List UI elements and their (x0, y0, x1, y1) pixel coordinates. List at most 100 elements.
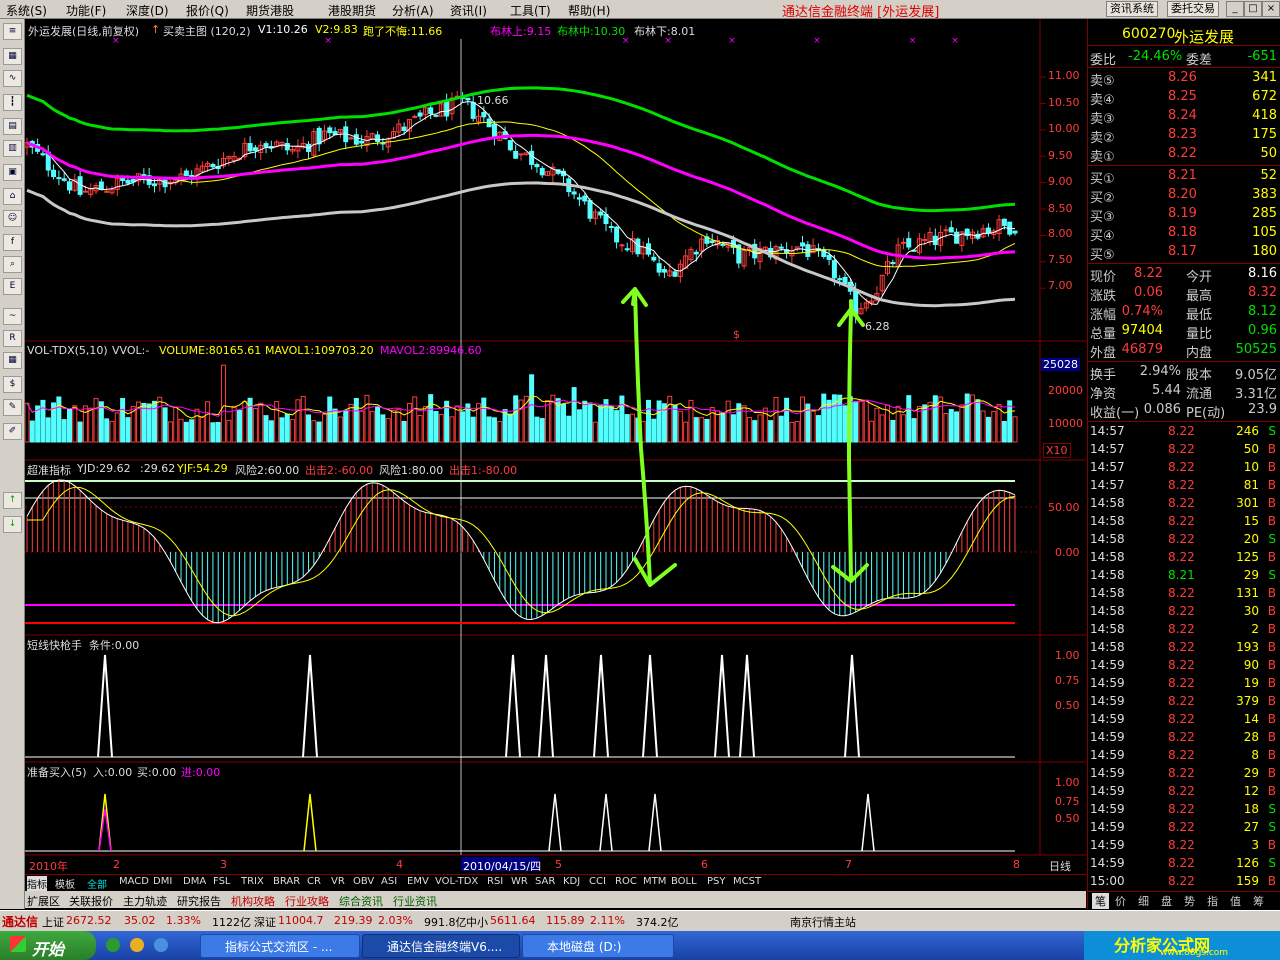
news-icon[interactable]: ▥ (3, 140, 22, 157)
close-button[interactable]: × (1262, 1, 1280, 17)
eif-icon[interactable]: E (3, 278, 22, 295)
indicator-tab[interactable]: FSL (213, 876, 231, 887)
sell-row[interactable]: 卖② 8.23 175 (1088, 126, 1280, 146)
sell-row[interactable]: 卖① 8.22 50 (1088, 145, 1280, 165)
quote-tab[interactable]: 筹 (1253, 893, 1264, 909)
menu-depth[interactable]: 深度(D) (126, 2, 169, 19)
indicator-tab[interactable]: MCST (733, 876, 761, 887)
qq-icon[interactable] (130, 938, 144, 952)
indicator-tab[interactable]: TRIX (241, 876, 264, 887)
list-icon[interactable]: ≡ (3, 23, 22, 40)
extension-tab[interactable]: 行业攻略 (285, 893, 329, 909)
menu-tools[interactable]: 工具(T) (510, 2, 551, 19)
indicator-tab[interactable]: EMV (407, 876, 429, 887)
extension-tab[interactable]: 关联报价 (69, 893, 113, 909)
buy-row[interactable]: 买④ 8.18 105 (1088, 224, 1280, 244)
indicator-tab[interactable]: VR (331, 876, 345, 887)
menu-help[interactable]: 帮助(H) (568, 2, 610, 19)
indicator-tab[interactable]: SAR (535, 876, 555, 887)
menu-quote[interactable]: 报价(Q) (186, 2, 229, 19)
buy-row[interactable]: 买① 8.21 52 (1088, 167, 1280, 187)
indicator-tab[interactable]: BOLL (671, 876, 697, 887)
weicha-label: 委差 (1186, 53, 1213, 68)
indicator-tab[interactable]: BRAR (273, 876, 300, 887)
extension-tab[interactable]: 行业资讯 (393, 893, 437, 909)
sell-row[interactable]: 卖⑤ 8.26 341 (1088, 69, 1280, 89)
minimize-button[interactable]: _ (1226, 1, 1244, 17)
extension-tab[interactable]: 主力轨迹 (123, 893, 167, 909)
trade-button[interactable]: 委托交易 (1167, 1, 1219, 17)
quote-tab[interactable]: 指 (1207, 893, 1218, 909)
quote-tab[interactable]: 势 (1184, 893, 1195, 909)
indicator-tab[interactable]: CR (307, 876, 321, 887)
tick-row: 14:59 8.22 18 S (1088, 801, 1280, 819)
search-icon[interactable]: ⌕ (3, 256, 22, 273)
start-button[interactable]: 开始 (0, 931, 96, 960)
indicator-tab[interactable]: WR (511, 876, 528, 887)
menu-function[interactable]: 功能(F) (66, 2, 106, 19)
extension-tab[interactable]: 研究报告 (177, 893, 221, 909)
menu-system[interactable]: 系统(S) (6, 2, 47, 19)
indicator-tab[interactable]: ASI (381, 876, 397, 887)
extension-tab[interactable]: 扩展区 (27, 893, 60, 909)
quote-tab[interactable]: 盘 (1161, 893, 1172, 909)
task-disk[interactable]: 本地磁盘 (D:) (522, 934, 674, 958)
quote-tab[interactable]: 价 (1115, 893, 1126, 909)
stat-label: 总量 (1090, 327, 1117, 342)
indicator-tab[interactable]: 指标 (27, 876, 47, 891)
maximize-button[interactable]: □ (1244, 1, 1262, 17)
down-arrow-icon[interactable]: ↓ (3, 516, 22, 533)
quote-tab[interactable]: 细 (1138, 893, 1149, 909)
up-arrow-icon[interactable]: ↑ (3, 492, 22, 509)
menu-analysis[interactable]: 分析(A) (392, 2, 434, 19)
indicator-tab[interactable]: PSY (707, 876, 726, 887)
pen-icon[interactable]: ✐ (3, 423, 22, 440)
extension-tab[interactable]: 综合资讯 (339, 893, 383, 909)
table-icon[interactable]: ▣ (3, 164, 22, 181)
buy-row[interactable]: 买③ 8.19 285 (1088, 205, 1280, 225)
sell-row[interactable]: 卖④ 8.25 672 (1088, 88, 1280, 108)
home-icon[interactable]: ⌂ (3, 188, 22, 205)
indicator-tab[interactable]: CCI (589, 876, 606, 887)
menu-info[interactable]: 资讯(I) (450, 2, 487, 19)
news-system-button[interactable]: 资讯系统 (1106, 1, 1158, 17)
indicator-tab[interactable]: VOL-TDX (435, 876, 478, 887)
indicator-tab[interactable]: RSI (487, 876, 503, 887)
indicator-tab[interactable]: 模板 (55, 876, 75, 891)
dollar-icon[interactable]: $ (3, 376, 22, 393)
chart-area[interactable]: × × × × × × × × (25, 19, 1086, 909)
doc-icon[interactable]: ▤ (3, 118, 22, 135)
sell-row[interactable]: 卖③ 8.24 418 (1088, 107, 1280, 127)
rsi-icon[interactable]: R (3, 330, 22, 347)
indicator-tab[interactable]: DMA (183, 876, 206, 887)
stat2-row: 收益(一) 0.086 PE(动) 23.9 (1088, 401, 1280, 421)
menu-futures-hk[interactable]: 期货港股 (246, 2, 294, 19)
tick-side: B (1267, 838, 1276, 852)
indicator-tab[interactable]: 全部 (87, 876, 107, 891)
indicator-tab[interactable]: KDJ (563, 876, 580, 887)
macd-icon[interactable]: ~ (3, 308, 22, 325)
indicator-tab[interactable]: DMI (153, 876, 172, 887)
ie-icon[interactable] (106, 938, 120, 952)
buy-row[interactable]: 买② 8.20 383 (1088, 186, 1280, 206)
line-chart-icon[interactable]: ∿ (3, 70, 22, 87)
buy-row[interactable]: 买⑤ 8.17 180 (1088, 243, 1280, 263)
task-tdx[interactable]: 通达信金融终端V6.... (362, 934, 520, 958)
quote-tab[interactable]: 值 (1230, 893, 1241, 909)
chart2-icon[interactable]: ▦ (3, 352, 22, 369)
extension-tab[interactable]: 机构攻略 (231, 893, 275, 909)
media-icon[interactable] (154, 938, 168, 952)
quote-tab[interactable]: 笔 (1092, 893, 1109, 909)
people-icon[interactable]: ☺ (3, 210, 22, 227)
indicator-tab[interactable]: MACD (119, 876, 149, 887)
tools-icon[interactable]: ✎ (3, 399, 22, 416)
indicator-tab[interactable]: ROC (615, 876, 637, 887)
f10-icon[interactable]: f (3, 234, 22, 251)
indicator-tab[interactable]: MTM (643, 876, 666, 887)
task-forum[interactable]: 指标公式交流区 - ... (200, 934, 360, 958)
sell-label: 卖⑤ (1090, 74, 1115, 89)
menu-hk-futures[interactable]: 港股期货 (328, 2, 376, 19)
indicator-tab[interactable]: OBV (353, 876, 374, 887)
grid-icon[interactable]: ▦ (3, 48, 22, 65)
candle-icon[interactable]: ┇ (3, 94, 22, 111)
